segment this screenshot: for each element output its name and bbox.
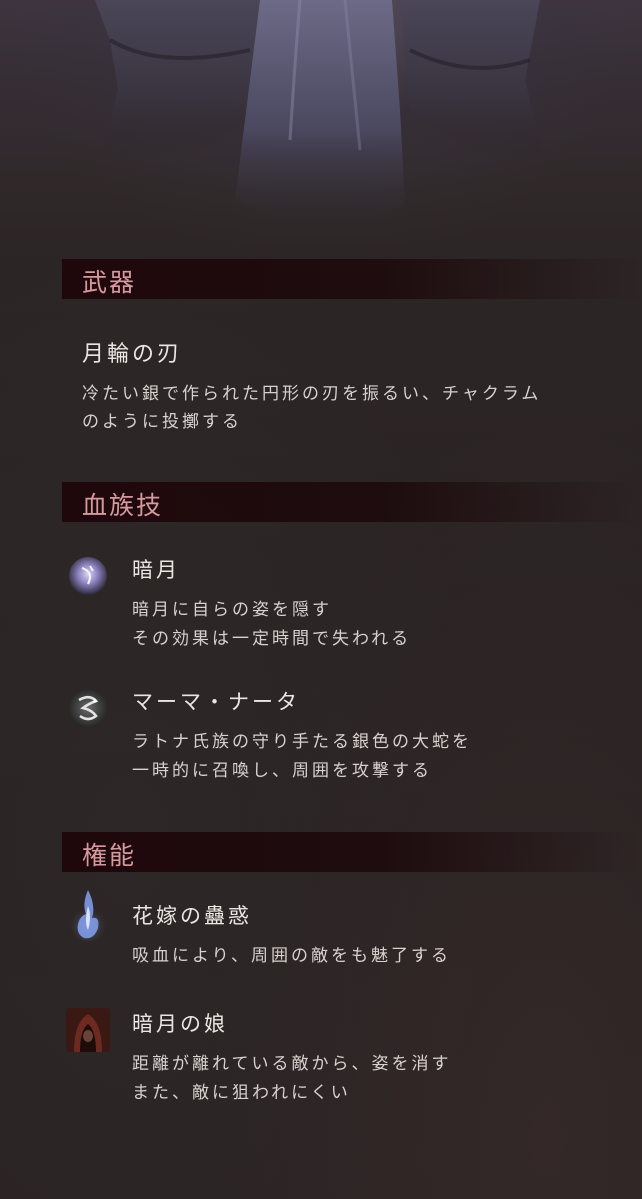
ability-description-line: その効果は一定時間で失われる xyxy=(132,629,412,649)
ability-description: 暗月に自らの姿を隠す その効果は一定時間で失われる xyxy=(132,596,612,654)
section-title-bloodline: 血族技 xyxy=(82,491,164,520)
character-portrait xyxy=(0,0,642,265)
ability-description: 距離が離れている敵から、姿を消す また、敵に狙われにくい xyxy=(132,1050,612,1108)
character-profile-page: 武器 月輪の刃 冷たい銀で作られた円形の刃を振るい、チャクラム のように投擲する… xyxy=(0,0,642,1199)
dark-moon-orb-icon xyxy=(66,554,110,598)
ability-name: マーマ・ナータ xyxy=(132,690,300,714)
blue-flame-icon xyxy=(66,886,110,944)
ability-description: 吸血により、周囲の敵をも魅了する xyxy=(132,942,612,971)
hooded-figure-icon xyxy=(66,1008,110,1052)
ability-name: 暗月 xyxy=(132,558,180,582)
ability-description-line: ラトナ氏族の守り手たる銀色の大蛇を xyxy=(132,732,472,752)
ability-description-line: 一時的に召喚し、周囲を攻撃する xyxy=(132,761,432,781)
section-header-weapon: 武器 xyxy=(62,259,642,299)
section-header-bloodline: 血族技 xyxy=(62,482,642,522)
ability-description-line: 吸血により、周囲の敵をも魅了する xyxy=(132,946,451,966)
ability-description-line: 暗月に自らの姿を隠す xyxy=(132,600,332,620)
ability-description-line: また、敵に狙われにくい xyxy=(132,1083,351,1103)
ability-description: ラトナ氏族の守り手たる銀色の大蛇を 一時的に召喚し、周囲を攻撃する xyxy=(132,728,612,786)
weapon-description: 冷たい銀で作られた円形の刃を振るい、チャクラム のように投擲する xyxy=(82,380,622,436)
weapon-description-line: のように投擲する xyxy=(82,412,242,432)
ability-name: 花嫁の蠱惑 xyxy=(132,904,252,928)
section-title-weapon: 武器 xyxy=(82,268,137,297)
cloaked-figure-illustration xyxy=(95,0,545,235)
weapon-description-line: 冷たい銀で作られた円形の刃を振るい、チャクラム xyxy=(82,384,542,404)
ability-name: 暗月の娘 xyxy=(132,1012,228,1036)
ability-description-line: 距離が離れている敵から、姿を消す xyxy=(132,1054,452,1074)
section-title-powers: 権能 xyxy=(82,841,137,870)
silver-serpent-icon xyxy=(66,686,110,730)
weapon-name: 月輪の刃 xyxy=(82,342,183,367)
section-header-powers: 権能 xyxy=(62,832,642,872)
